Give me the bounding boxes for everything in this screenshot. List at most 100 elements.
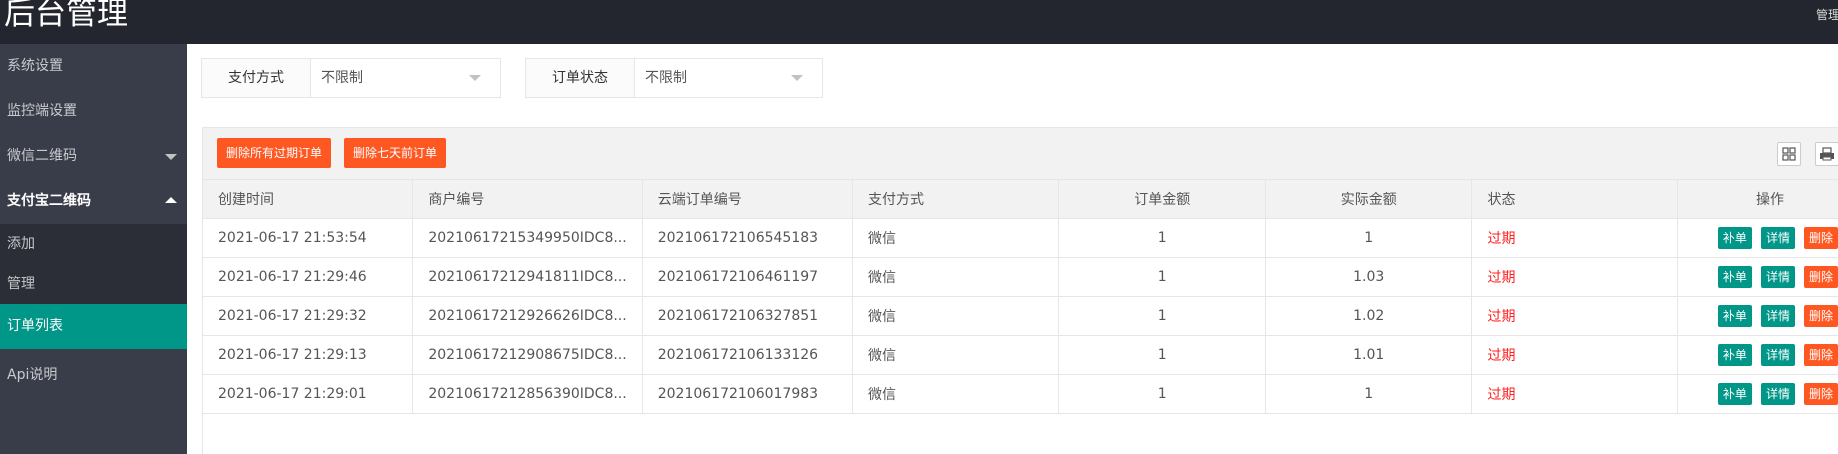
column-header[interactable]: 支付方式 — [852, 180, 1060, 219]
cell-actual-amount: 1 — [1265, 374, 1473, 414]
cell-created-time: 2021-06-17 21:29:46 — [203, 257, 414, 297]
cell-cloud-order-no: 202106172106327851 — [642, 296, 854, 336]
cell-merchant-no: 20210617215349950IDC8... — [412, 218, 643, 258]
cell-status: 过期 — [1471, 296, 1678, 336]
caret-up-icon — [165, 197, 177, 203]
cell-created-time: 2021-06-17 21:29:32 — [203, 296, 414, 336]
status-filter: 订单状态 不限制 — [525, 58, 823, 98]
cell-created-time: 2021-06-17 21:53:54 — [203, 218, 414, 258]
sidebar-item-wechat-qrcode[interactable]: 微信二维码 — [0, 134, 187, 179]
table-row: 2021-06-17 21:29:32 20210617212926626IDC… — [203, 296, 1838, 336]
cell-merchant-no: 20210617212908675IDC8... — [412, 335, 643, 375]
column-header[interactable]: 状态 — [1471, 180, 1678, 219]
cell-created-time: 2021-06-17 21:29:13 — [203, 335, 414, 375]
repair-order-button[interactable]: 补单 — [1717, 266, 1752, 288]
payment-select[interactable]: 不限制 — [311, 59, 491, 97]
detail-button[interactable]: 详情 — [1760, 383, 1795, 405]
cell-order-amount: 1 — [1058, 218, 1266, 258]
sidebar-item-alipay-qrcode[interactable]: 支付宝二维码 — [0, 179, 187, 224]
order-table-panel: 删除所有过期订单 删除七天前订单 创建时间 商户编号 云端订单编号 支付方式 订… — [202, 127, 1838, 454]
cell-actions: 补单 详情 删除 — [1677, 218, 1838, 258]
cell-cloud-order-no: 202106172106461197 — [642, 257, 854, 297]
delete-expired-button[interactable]: 删除所有过期订单 — [217, 138, 332, 168]
table-toolbar: 删除所有过期订单 删除七天前订单 — [203, 128, 1838, 180]
cell-payment-method: 微信 — [852, 296, 1060, 336]
cell-actual-amount: 1.01 — [1265, 335, 1473, 375]
cell-merchant-no: 20210617212941811IDC8... — [412, 257, 643, 297]
caret-down-icon — [165, 154, 177, 160]
delete-button[interactable]: 删除 — [1803, 344, 1838, 366]
repair-order-button[interactable]: 补单 — [1717, 227, 1752, 249]
payment-select-value: 不限制 — [321, 70, 363, 86]
repair-order-button[interactable]: 补单 — [1717, 305, 1752, 327]
sidebar-item-label: 支付宝二维码 — [7, 193, 91, 209]
sidebar-item-api-docs[interactable]: Api说明 — [0, 353, 187, 398]
sidebar-item-system-settings[interactable]: 系统设置 — [0, 44, 187, 89]
delete-button[interactable]: 删除 — [1803, 266, 1838, 288]
table-row: 2021-06-17 21:29:46 20210617212941811IDC… — [203, 257, 1838, 297]
cell-actions: 补单 详情 删除 — [1677, 296, 1838, 336]
sidebar: 系统设置 监控端设置 微信二维码 支付宝二维码 添加 管理 订单列表 Api说明 — [0, 44, 187, 454]
cell-order-amount: 1 — [1058, 335, 1266, 375]
column-header[interactable]: 订单金额 — [1058, 180, 1266, 219]
delete-button[interactable]: 删除 — [1803, 305, 1838, 327]
sidebar-item-manage[interactable]: 管理 — [0, 264, 187, 304]
column-header[interactable]: 云端订单编号 — [642, 180, 854, 219]
repair-order-button[interactable]: 补单 — [1717, 344, 1752, 366]
delete-week-old-button[interactable]: 删除七天前订单 — [344, 138, 447, 168]
print-icon[interactable] — [1815, 142, 1838, 166]
table-row: 2021-06-17 21:53:54 20210617215349950IDC… — [203, 218, 1838, 258]
cell-actual-amount: 1.03 — [1265, 257, 1473, 297]
payment-filter: 支付方式 不限制 — [201, 58, 501, 98]
status-select[interactable]: 不限制 — [635, 59, 813, 97]
app-logo: 后台管理 — [4, 0, 128, 32]
column-header[interactable]: 商户编号 — [412, 180, 643, 219]
cell-status: 过期 — [1471, 335, 1678, 375]
main-content: 支付方式 不限制 订单状态 不限制 删除所有过期订单 删除七天前订单 创建时间 … — [187, 44, 1838, 454]
columns-icon[interactable] — [1777, 142, 1801, 166]
cell-payment-method: 微信 — [852, 218, 1060, 258]
detail-button[interactable]: 详情 — [1760, 227, 1795, 249]
cell-created-time: 2021-06-17 21:29:01 — [203, 374, 414, 414]
repair-order-button[interactable]: 补单 — [1717, 383, 1752, 405]
column-header[interactable]: 创建时间 — [203, 180, 414, 219]
cell-order-amount: 1 — [1058, 296, 1266, 336]
cell-cloud-order-no: 202106172106017983 — [642, 374, 854, 414]
sidebar-item-monitor-settings[interactable]: 监控端设置 — [0, 89, 187, 134]
cell-status: 过期 — [1471, 374, 1678, 414]
cell-merchant-no: 20210617212926626IDC8... — [412, 296, 643, 336]
cell-order-amount: 1 — [1058, 374, 1266, 414]
cell-actions: 补单 详情 删除 — [1677, 257, 1838, 297]
status-select-value: 不限制 — [645, 70, 687, 86]
select-arrow-icon — [791, 75, 803, 81]
detail-button[interactable]: 详情 — [1760, 266, 1795, 288]
top-header: 后台管理 管理 — [0, 0, 1838, 44]
column-header[interactable]: 实际金额 — [1265, 180, 1473, 219]
select-arrow-icon — [469, 75, 481, 81]
user-menu[interactable]: 管理 — [1816, 6, 1838, 23]
detail-button[interactable]: 详情 — [1760, 305, 1795, 327]
payment-filter-label: 支付方式 — [202, 59, 311, 97]
sidebar-item-add[interactable]: 添加 — [0, 224, 187, 264]
cell-cloud-order-no: 202106172106133126 — [642, 335, 854, 375]
sidebar-item-label: Api说明 — [7, 367, 58, 383]
sidebar-item-order-list[interactable]: 订单列表 — [0, 304, 187, 349]
sidebar-item-label: 微信二维码 — [7, 148, 77, 164]
cell-actual-amount: 1 — [1265, 218, 1473, 258]
cell-actions: 补单 详情 删除 — [1677, 335, 1838, 375]
delete-button[interactable]: 删除 — [1803, 383, 1838, 405]
table-row: 2021-06-17 21:29:13 20210617212908675IDC… — [203, 335, 1838, 375]
cell-payment-method: 微信 — [852, 335, 1060, 375]
delete-button[interactable]: 删除 — [1803, 227, 1838, 249]
cell-status: 过期 — [1471, 257, 1678, 297]
alipay-submenu: 添加 管理 — [0, 224, 187, 304]
cell-actual-amount: 1.02 — [1265, 296, 1473, 336]
cell-order-amount: 1 — [1058, 257, 1266, 297]
cell-actions: 补单 详情 删除 — [1677, 374, 1838, 414]
column-header: 操作 — [1677, 180, 1838, 219]
cell-merchant-no: 20210617212856390IDC8... — [412, 374, 643, 414]
cell-payment-method: 微信 — [852, 257, 1060, 297]
table-header-row: 创建时间 商户编号 云端订单编号 支付方式 订单金额 实际金额 状态 操作 — [203, 180, 1838, 219]
detail-button[interactable]: 详情 — [1760, 344, 1795, 366]
sidebar-item-label: 系统设置 — [7, 58, 63, 74]
